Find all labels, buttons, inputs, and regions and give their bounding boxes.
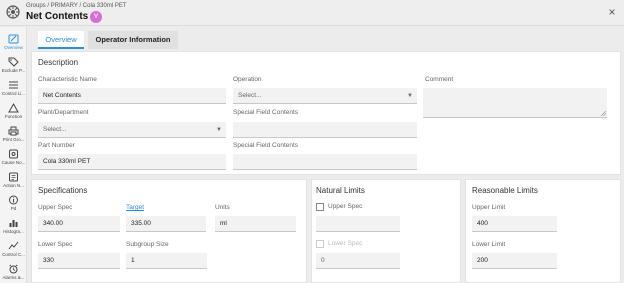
sidebar-item-control-limits[interactable]: Control Li... <box>0 77 27 101</box>
upper-spec-label: Upper Spec <box>38 204 73 211</box>
sidebar-item-pd[interactable]: Pd <box>0 192 27 216</box>
lower-spec-field[interactable]: 330 <box>38 253 120 269</box>
alarm-icon <box>9 264 18 274</box>
app-logo-icon <box>6 5 20 19</box>
units-label: Units <box>215 204 230 211</box>
sidebar-item-label: Action N... <box>3 183 24 188</box>
sidebar-item-label: Function <box>4 114 23 119</box>
printer-icon <box>8 126 19 136</box>
special-field-contents-label-2: Special Field Contents <box>233 142 299 149</box>
sidebar-item-overview[interactable]: Overview <box>0 31 27 55</box>
characteristic-name-label: Characteristic Name <box>38 76 97 83</box>
sidebar-item-print-groups[interactable]: Print Gro... <box>0 123 27 147</box>
natural-upper-spec-label: Upper Spec <box>328 203 363 210</box>
characteristic-name-field[interactable]: Net Contents <box>38 88 226 104</box>
part-number-field[interactable]: Cola 330ml PET <box>38 154 226 170</box>
histogram-icon <box>9 220 18 227</box>
breadcrumb: Groups / PRIMARY / Cola 330ml PET <box>26 3 127 9</box>
part-number-label: Part Number <box>38 142 75 149</box>
natural-limits-title: Natural Limits <box>316 186 365 195</box>
sidebar-item-cause-notes[interactable]: Cause No... <box>0 146 27 170</box>
action-icon <box>9 172 18 182</box>
upper-spec-checkbox[interactable] <box>316 203 324 211</box>
description-title: Description <box>38 58 79 67</box>
sidebar-item-exclude[interactable]: Exclude P... <box>0 54 27 78</box>
plant-department-label: Plant/Department <box>38 109 89 116</box>
subgroup-size-field[interactable]: 1 <box>126 253 207 269</box>
lower-limit-label: Lower Limit <box>472 241 506 248</box>
description-panel: Description Characteristic Name Net Cont… <box>31 51 621 175</box>
reasonable-limits-panel: Reasonable Limits Upper Limit 400 Lower … <box>465 179 621 283</box>
sidebar-item-label: Control Li... <box>1 91 25 96</box>
natural-limits-panel: Natural Limits Upper Spec Lower Spec 0 <box>311 179 461 283</box>
target-field[interactable]: 335.00 <box>126 216 206 232</box>
sidebar-item-label: Exclude P... <box>1 68 26 73</box>
operation-select[interactable]: Select... ▼ <box>233 88 417 104</box>
sidebar-item-alarms[interactable]: Alarms &... <box>0 261 27 283</box>
sidebar-item-label: Cause No... <box>1 160 26 165</box>
target-link[interactable]: Target <box>126 204 144 211</box>
cause-icon <box>9 149 18 159</box>
close-icon[interactable]: × <box>606 6 618 18</box>
tab-operator-information[interactable]: Operator Information <box>88 31 178 49</box>
plant-department-select[interactable]: Select... ▼ <box>38 122 226 138</box>
specifications-panel: Specifications Upper Spec 340.00 Target … <box>31 179 307 283</box>
sidebar-item-function[interactable]: Function <box>0 100 27 124</box>
units-field[interactable]: ml <box>215 216 296 232</box>
specifications-title: Specifications <box>38 186 88 195</box>
control-chart-icon <box>8 241 19 250</box>
upper-limit-label: Upper Limit <box>472 204 506 211</box>
info-icon <box>9 195 18 205</box>
lower-limit-field[interactable]: 200 <box>472 253 557 269</box>
sidebar: Overview Exclude P... Control Li... Func… <box>0 27 27 283</box>
operation-select-value: Select... <box>238 92 262 99</box>
sidebar-item-label: Print Gro... <box>2 137 25 142</box>
comment-textarea[interactable] <box>423 88 607 118</box>
chevron-down-icon: ▼ <box>407 93 413 99</box>
resize-handle-icon[interactable] <box>601 111 606 116</box>
lower-spec-checkbox[interactable] <box>316 240 324 248</box>
comment-label: Comment <box>425 76 454 83</box>
sidebar-item-label: Control C... <box>2 252 25 257</box>
sidebar-item-action-notes[interactable]: Action N... <box>0 169 27 193</box>
sidebar-item-label: Overview <box>4 45 23 50</box>
sidebar-item-label: Pd <box>10 206 17 211</box>
reasonable-limits-title: Reasonable Limits <box>472 186 538 195</box>
tag-icon <box>8 57 19 67</box>
natural-lower-spec-field[interactable]: 0 <box>316 253 400 269</box>
sidebar-item-control-chart[interactable]: Control C... <box>0 238 27 262</box>
tab-overview[interactable]: Overview <box>38 31 84 49</box>
sidebar-item-label: Alarms &... <box>2 275 25 280</box>
sidebar-item-histogram[interactable]: Histogra... <box>0 215 27 239</box>
special-field-contents-label-1: Special Field Contents <box>233 109 299 116</box>
upper-limit-field[interactable]: 400 <box>472 216 557 232</box>
overview-icon <box>8 34 19 44</box>
operation-label: Operation <box>233 76 262 83</box>
function-icon <box>8 103 19 113</box>
page-title: Net Contents <box>26 11 89 22</box>
sidebar-item-label: Histogra... <box>3 229 24 234</box>
special-field-contents-input-2[interactable] <box>233 154 417 170</box>
plant-department-select-value: Select... <box>43 126 67 133</box>
status-badge: V <box>90 11 102 23</box>
chevron-down-icon: ▼ <box>216 127 222 133</box>
natural-lower-spec-label: Lower Spec <box>328 240 363 247</box>
subgroup-size-label: Subgroup Size <box>126 241 169 248</box>
lower-spec-label: Lower Spec <box>38 241 73 248</box>
header-bar: Groups / PRIMARY / Cola 330ml PET Net Co… <box>0 0 624 26</box>
upper-spec-field[interactable]: 340.00 <box>38 216 120 232</box>
special-field-contents-input-1[interactable] <box>233 122 417 138</box>
natural-upper-spec-field[interactable] <box>316 216 400 232</box>
control-limits-icon <box>9 81 18 89</box>
